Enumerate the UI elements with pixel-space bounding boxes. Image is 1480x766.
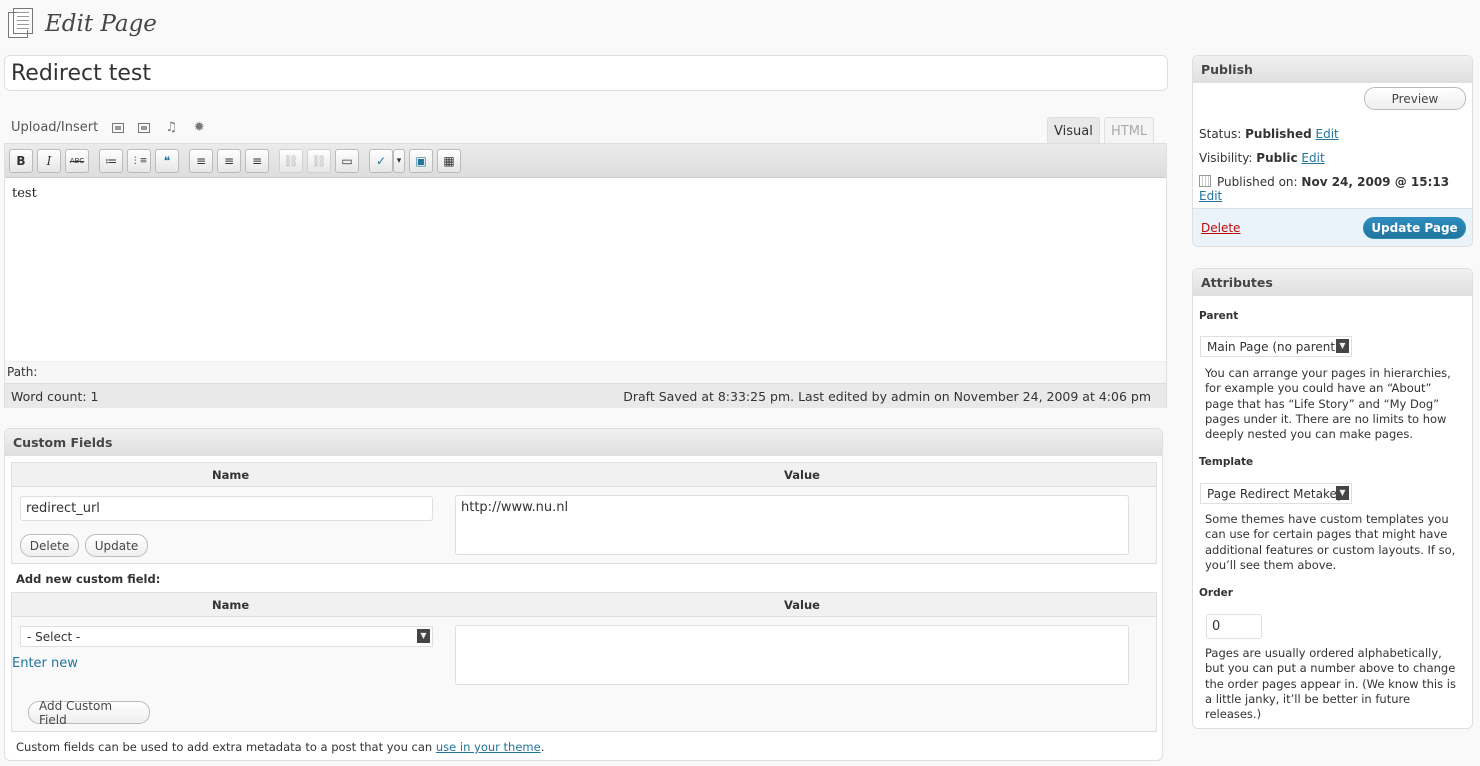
publish-actions: Delete Update Page bbox=[1193, 208, 1472, 246]
kitchen-sink-button[interactable]: ▦ bbox=[437, 148, 461, 173]
custom-fields-title[interactable]: Custom Fields bbox=[5, 429, 1162, 456]
edit-date-link[interactable]: Edit bbox=[1199, 189, 1222, 203]
existing-fields-table: Name Value redirect_url http://www.nu.nl… bbox=[11, 462, 1157, 564]
attributes-box: Attributes Parent Main Page (no parent) … bbox=[1192, 268, 1473, 729]
custom-fields-help: Custom fields can be used to add extra m… bbox=[16, 740, 545, 754]
editor-status-bar: Word count: 1 Draft Saved at 8:33:25 pm.… bbox=[5, 383, 1166, 408]
published-date: Nov 24, 2009 @ 15:13 bbox=[1301, 175, 1450, 189]
field-key-select[interactable]: - Select - ▼ bbox=[20, 626, 433, 647]
status-row: Status: Published Edit bbox=[1199, 127, 1339, 141]
new-field-value-input[interactable] bbox=[455, 625, 1129, 685]
chevron-down-icon: ▼ bbox=[417, 629, 430, 643]
add-audio-icon[interactable]: ♫ bbox=[164, 121, 178, 134]
use-in-theme-link[interactable]: use in your theme bbox=[436, 740, 541, 754]
align-left-button[interactable]: ≡ bbox=[189, 148, 213, 173]
italic-button[interactable]: I bbox=[37, 148, 61, 173]
published-on-row: Published on: Nov 24, 2009 @ 15:13 Edit bbox=[1199, 175, 1450, 203]
name-column-header: Name bbox=[212, 468, 250, 482]
editor-content[interactable]: test bbox=[5, 178, 1166, 361]
bullet-list-button[interactable]: ≔ bbox=[99, 148, 123, 173]
custom-fields-box: Custom Fields Name Value redirect_url ht… bbox=[4, 428, 1163, 761]
add-video-icon[interactable] bbox=[138, 122, 151, 133]
upload-insert-label: Upload/Insert bbox=[11, 120, 99, 135]
update-field-button[interactable]: Update bbox=[85, 534, 148, 557]
parent-help: You can arrange your pages in hierarchie… bbox=[1205, 366, 1451, 442]
numbered-list-button[interactable]: ⋮≡ bbox=[127, 148, 151, 173]
title-input[interactable]: Redirect test bbox=[4, 55, 1168, 91]
new-field-table: Name Value - Select - ▼ Enter new Add Cu… bbox=[11, 592, 1157, 732]
delete-page-link[interactable]: Delete bbox=[1201, 221, 1240, 235]
field-value-input[interactable]: http://www.nu.nl bbox=[455, 495, 1129, 555]
tab-html[interactable]: HTML bbox=[1104, 117, 1155, 144]
template-help: Some themes have custom templates you ca… bbox=[1205, 512, 1456, 572]
field-name-input[interactable]: redirect_url bbox=[20, 496, 433, 521]
chevron-down-icon: ▼ bbox=[1336, 486, 1349, 500]
editor-path: Path: bbox=[5, 361, 1166, 383]
attributes-title[interactable]: Attributes bbox=[1193, 269, 1472, 296]
blockquote-button[interactable]: ❝ bbox=[155, 148, 179, 173]
insert-link-button[interactable]: ⛓ bbox=[279, 148, 303, 173]
visibility-value: Public bbox=[1256, 151, 1298, 165]
post-editor: B I ABC ≔ ⋮≡ ❝ ≡ ≡ ≡ ⛓ ⛓ ▭ ✓ ▾ ▣ ▦ test … bbox=[4, 143, 1167, 408]
bold-button[interactable]: B bbox=[9, 148, 33, 173]
unlink-button[interactable]: ⛓ bbox=[307, 148, 331, 173]
edit-visibility-link[interactable]: Edit bbox=[1301, 151, 1324, 165]
publish-title[interactable]: Publish bbox=[1193, 56, 1472, 83]
page-icon bbox=[6, 8, 36, 40]
template-label: Template bbox=[1199, 456, 1254, 468]
parent-select[interactable]: Main Page (no parent) ▼ bbox=[1200, 336, 1352, 357]
calendar-icon bbox=[1199, 175, 1211, 187]
order-input[interactable]: 0 bbox=[1206, 614, 1262, 639]
media-buttons: Upload/Insert ♫ ✹ bbox=[11, 120, 220, 135]
parent-label: Parent bbox=[1199, 310, 1239, 322]
spellcheck-button[interactable]: ✓ bbox=[369, 148, 393, 173]
delete-field-button[interactable]: Delete bbox=[20, 534, 79, 557]
editor-toolbar: B I ABC ≔ ⋮≡ ❝ ≡ ≡ ≡ ⛓ ⛓ ▭ ✓ ▾ ▣ ▦ bbox=[5, 144, 1166, 178]
more-tag-button[interactable]: ▭ bbox=[335, 148, 359, 173]
add-image-icon[interactable] bbox=[112, 122, 125, 133]
name-column-header: Name bbox=[212, 598, 250, 612]
add-custom-field-button[interactable]: Add Custom Field bbox=[28, 699, 150, 727]
fullscreen-button[interactable]: ▣ bbox=[409, 148, 433, 173]
edit-status-link[interactable]: Edit bbox=[1316, 127, 1339, 141]
order-help: Pages are usually ordered alphabetically… bbox=[1205, 646, 1456, 722]
add-new-field-label: Add new custom field: bbox=[16, 572, 161, 586]
preview-button[interactable]: Preview bbox=[1364, 87, 1466, 110]
chevron-down-icon: ▼ bbox=[1336, 339, 1349, 353]
strikethrough-button[interactable]: ABC bbox=[65, 148, 89, 173]
template-select[interactable]: Page Redirect Metakey ▼ bbox=[1200, 483, 1352, 504]
update-page-button[interactable]: Update Page bbox=[1363, 217, 1466, 239]
order-label: Order bbox=[1199, 587, 1233, 599]
add-media-icon[interactable]: ✹ bbox=[192, 121, 206, 134]
tab-visual[interactable]: Visual bbox=[1047, 117, 1100, 144]
spellcheck-dropdown-button[interactable]: ▾ bbox=[393, 148, 405, 173]
publish-box: Publish Preview Status: Published Edit V… bbox=[1192, 55, 1473, 247]
page-header: Edit Page bbox=[6, 6, 157, 42]
autosave-status: Draft Saved at 8:33:25 pm. Last edited b… bbox=[623, 388, 1151, 404]
align-center-button[interactable]: ≡ bbox=[217, 148, 241, 173]
value-column-header: Value bbox=[784, 598, 820, 612]
status-value: Published bbox=[1245, 127, 1312, 141]
align-right-button[interactable]: ≡ bbox=[245, 148, 269, 173]
value-column-header: Value bbox=[784, 468, 820, 482]
enter-new-link[interactable]: Enter new bbox=[12, 656, 78, 671]
word-count: Word count: 1 bbox=[11, 388, 99, 404]
visibility-row: Visibility: Public Edit bbox=[1199, 151, 1325, 165]
page-title: Edit Page bbox=[45, 11, 157, 37]
